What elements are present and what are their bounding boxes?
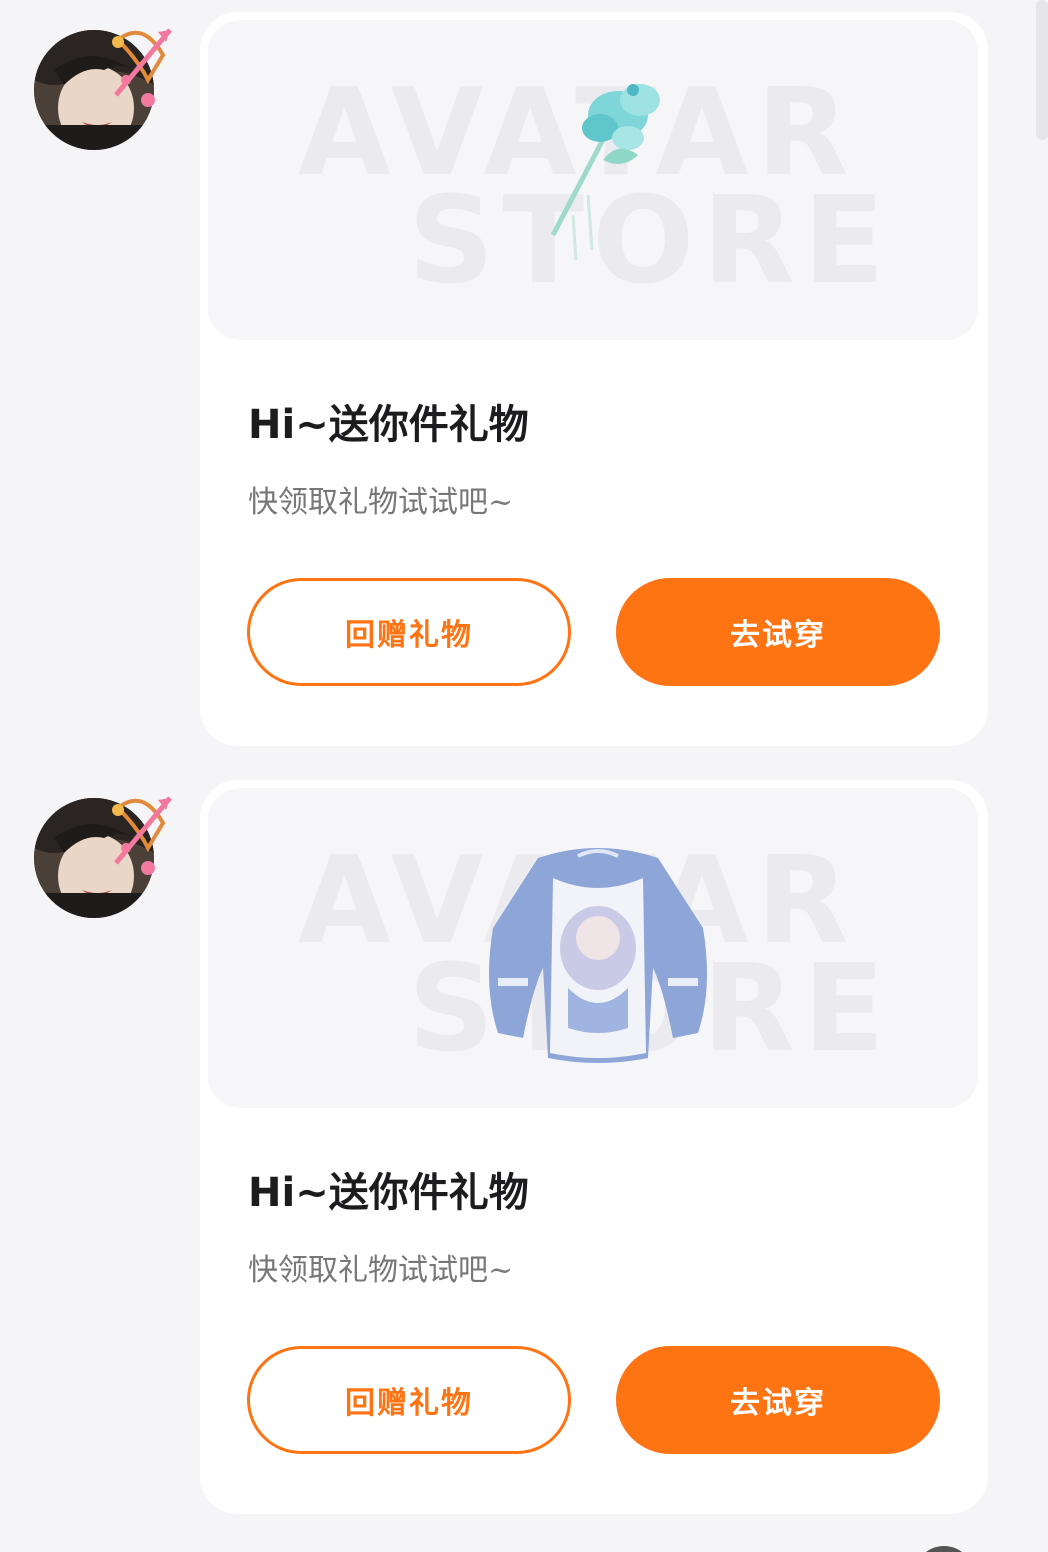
blue-sweatshirt-icon xyxy=(489,848,707,1063)
cupid-frame-icon xyxy=(112,28,172,107)
item-preview[interactable]: AVATAR STORE xyxy=(208,788,978,1108)
gift-card: AVATAR STORE Hi~送你件礼物 快领取礼物试试吧~ 回赠礼物 去试穿 xyxy=(200,780,988,1514)
gift-subtitle: 快领取礼物试试吧~ xyxy=(248,1253,514,1288)
return-gift-button[interactable]: 回赠礼物 xyxy=(247,578,571,686)
gift-subtitle: 快领取礼物试试吧~ xyxy=(248,485,514,520)
scrollbar[interactable] xyxy=(1036,0,1048,140)
return-gift-button[interactable]: 回赠礼物 xyxy=(247,1346,571,1454)
gift-title: Hi~送你件礼物 xyxy=(248,402,529,448)
item-preview[interactable]: AVATAR STORE xyxy=(208,20,978,340)
try-on-button[interactable]: 去试穿 xyxy=(616,1346,940,1454)
gift-card: AVATAR STORE Hi~送你件礼物 快领取礼物试试吧~ 回赠礼物 去试穿 xyxy=(200,12,988,746)
try-on-button[interactable]: 去试穿 xyxy=(616,578,940,686)
gift-title: Hi~送你件礼物 xyxy=(248,1170,529,1216)
flower-hairpin-icon xyxy=(550,84,660,261)
cupid-frame-icon xyxy=(112,796,172,875)
next-message-avatar[interactable] xyxy=(914,1546,974,1552)
